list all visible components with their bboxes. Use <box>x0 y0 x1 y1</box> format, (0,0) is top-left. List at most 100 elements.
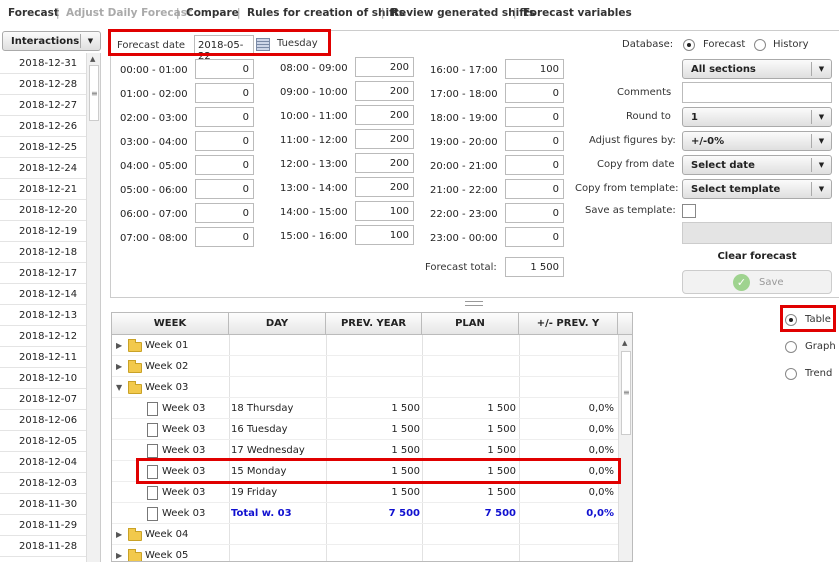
header-day[interactable]: DAY <box>229 313 326 335</box>
save-button[interactable]: ✓ Save <box>682 270 832 294</box>
hour-value-input[interactable]: 0 <box>195 83 254 103</box>
hour-value-input[interactable]: 200 <box>355 105 414 125</box>
table-scrollbar[interactable]: ▲ ≡ <box>618 335 632 561</box>
splitter-handle[interactable] <box>465 301 483 306</box>
header-prev-year[interactable]: PREV. YEAR <box>326 313 422 335</box>
expanded-arrow-icon[interactable]: ▼ <box>116 383 122 392</box>
date-list-item[interactable]: 2018-12-27 <box>0 95 86 116</box>
hour-value-input[interactable]: 200 <box>355 81 414 101</box>
week-group-row[interactable]: ▶ Week 05 <box>112 545 618 561</box>
header-week[interactable]: WEEK <box>112 313 229 335</box>
diff-cell <box>519 335 614 356</box>
chevron-down-icon[interactable]: ▼ <box>80 34 100 48</box>
date-list-scrollbar[interactable]: ▲ ≡ <box>86 53 100 562</box>
hour-value-input[interactable]: 0 <box>505 131 564 151</box>
day-row[interactable]: Week 03 16 Tuesday 1 500 1 500 0,0% <box>112 419 618 440</box>
date-list-item[interactable]: 2018-12-13 <box>0 305 86 326</box>
hour-value-input[interactable]: 0 <box>195 155 254 175</box>
collapsed-arrow-icon[interactable]: ▶ <box>116 551 122 560</box>
date-list-item[interactable]: 2018-11-30 <box>0 494 86 515</box>
hour-value-input[interactable]: 100 <box>355 201 414 221</box>
hour-value-input[interactable]: 0 <box>195 227 254 247</box>
radio-graph[interactable] <box>785 341 797 353</box>
date-list-item[interactable]: 2018-12-03 <box>0 473 86 494</box>
header-diff[interactable]: +/- PREV. Y <box>519 313 618 335</box>
hour-value-input[interactable]: 200 <box>355 57 414 77</box>
hour-value-input[interactable]: 100 <box>355 225 414 245</box>
save-as-template-checkbox[interactable] <box>682 204 696 218</box>
adjust-figures-dropdown[interactable]: +/-0% ▼ <box>682 131 832 151</box>
calendar-icon[interactable] <box>256 38 270 51</box>
radio-forecast[interactable] <box>683 39 695 51</box>
hour-value-input[interactable]: 0 <box>195 131 254 151</box>
date-list-item[interactable]: 2018-12-25 <box>0 137 86 158</box>
hour-value-input[interactable]: 200 <box>355 153 414 173</box>
date-list-item[interactable]: 2018-12-06 <box>0 410 86 431</box>
date-list-item[interactable]: 2018-12-20 <box>0 200 86 221</box>
date-list-item[interactable]: 2018-12-12 <box>0 326 86 347</box>
day-row[interactable]: Week 03 17 Wednesday 1 500 1 500 0,0% <box>112 440 618 461</box>
hour-value-input[interactable]: 0 <box>195 107 254 127</box>
date-list-item[interactable]: 2018-12-11 <box>0 347 86 368</box>
comments-input[interactable] <box>682 82 832 103</box>
scroll-thumb[interactable]: ≡ <box>621 351 631 435</box>
date-list-item[interactable]: 2018-12-04 <box>0 452 86 473</box>
hour-value-input[interactable]: 0 <box>505 107 564 127</box>
hour-value-input[interactable]: 0 <box>505 179 564 199</box>
hour-value-input[interactable]: 0 <box>505 227 564 247</box>
date-list-item[interactable]: 2018-12-19 <box>0 221 86 242</box>
hour-value-input[interactable]: 0 <box>195 203 254 223</box>
date-list-item[interactable]: 2018-12-31 <box>0 53 86 74</box>
radio-trend[interactable] <box>785 368 797 380</box>
clear-forecast-button[interactable]: Clear forecast <box>682 251 832 262</box>
date-list-item[interactable]: 2018-12-18 <box>0 242 86 263</box>
date-list-item[interactable]: 2018-11-28 <box>0 536 86 557</box>
radio-table[interactable] <box>785 314 797 326</box>
date-list-item[interactable]: 2018-12-07 <box>0 389 86 410</box>
date-list-item[interactable]: 2018-12-17 <box>0 263 86 284</box>
week-group-row[interactable]: ▶ Week 01 <box>112 335 618 356</box>
hour-value-input[interactable]: 0 <box>505 83 564 103</box>
radio-history[interactable] <box>754 39 766 51</box>
hour-value-input[interactable]: 0 <box>195 179 254 199</box>
scroll-up-icon[interactable]: ▲ <box>622 339 627 347</box>
scroll-thumb[interactable]: ≡ <box>89 65 99 121</box>
date-list-item[interactable]: 2018-12-21 <box>0 179 86 200</box>
forecast-date-input[interactable]: 2018-05-22 <box>194 35 254 62</box>
collapsed-arrow-icon[interactable]: ▶ <box>116 530 122 539</box>
day-row[interactable]: Week 03 18 Thursday 1 500 1 500 0,0% <box>112 398 618 419</box>
hour-value-input[interactable]: 100 <box>505 59 564 79</box>
week-group-row[interactable]: ▶ Week 04 <box>112 524 618 545</box>
hour-value-input[interactable]: 0 <box>505 155 564 175</box>
week-group-row[interactable]: ▶ Week 02 <box>112 356 618 377</box>
copy-from-date-dropdown[interactable]: Select date ▼ <box>682 155 832 175</box>
collapsed-arrow-icon[interactable]: ▶ <box>116 362 122 371</box>
round-to-dropdown[interactable]: 1 ▼ <box>682 107 832 127</box>
hour-value-input[interactable]: 200 <box>355 129 414 149</box>
sections-dropdown[interactable]: All sections ▼ <box>682 59 832 79</box>
nav-compare[interactable]: Compare <box>186 7 239 19</box>
date-list-item[interactable]: 2018-12-14 <box>0 284 86 305</box>
collapsed-arrow-icon[interactable]: ▶ <box>116 341 122 350</box>
nav-adjust-daily-forecast[interactable]: Adjust Daily Forecast <box>66 7 192 19</box>
date-list-item[interactable]: 2018-12-24 <box>0 158 86 179</box>
date-list-item[interactable]: 2018-12-10 <box>0 368 86 389</box>
hour-value-input[interactable]: 0 <box>505 203 564 223</box>
day-row[interactable]: Week 03 19 Friday 1 500 1 500 0,0% <box>112 482 618 503</box>
day-row[interactable]: Week 03 15 Monday 1 500 1 500 0,0% <box>112 461 618 482</box>
date-list-item[interactable]: 2018-12-28 <box>0 74 86 95</box>
hour-value-input[interactable]: 200 <box>355 177 414 197</box>
nav-forecast[interactable]: Forecast <box>8 7 59 19</box>
header-plan[interactable]: PLAN <box>422 313 519 335</box>
week-total-row[interactable]: Week 03 Total w. 03 7 500 7 500 0,0% <box>112 503 618 524</box>
scroll-up-icon[interactable]: ▲ <box>90 55 95 63</box>
date-list-item[interactable]: 2018-12-05 <box>0 431 86 452</box>
interactions-dropdown[interactable]: Interactions ▼ <box>2 31 101 51</box>
nav-forecast-variables[interactable]: Forecast variables <box>523 7 632 19</box>
date-list-item[interactable]: 2018-12-26 <box>0 116 86 137</box>
week-group-row[interactable]: ▼ Week 03 <box>112 377 618 398</box>
copy-from-template-dropdown[interactable]: Select template ▼ <box>682 179 832 199</box>
hour-value-input[interactable]: 0 <box>195 59 254 79</box>
template-name-input[interactable] <box>682 222 832 244</box>
date-list-item[interactable]: 2018-11-29 <box>0 515 86 536</box>
